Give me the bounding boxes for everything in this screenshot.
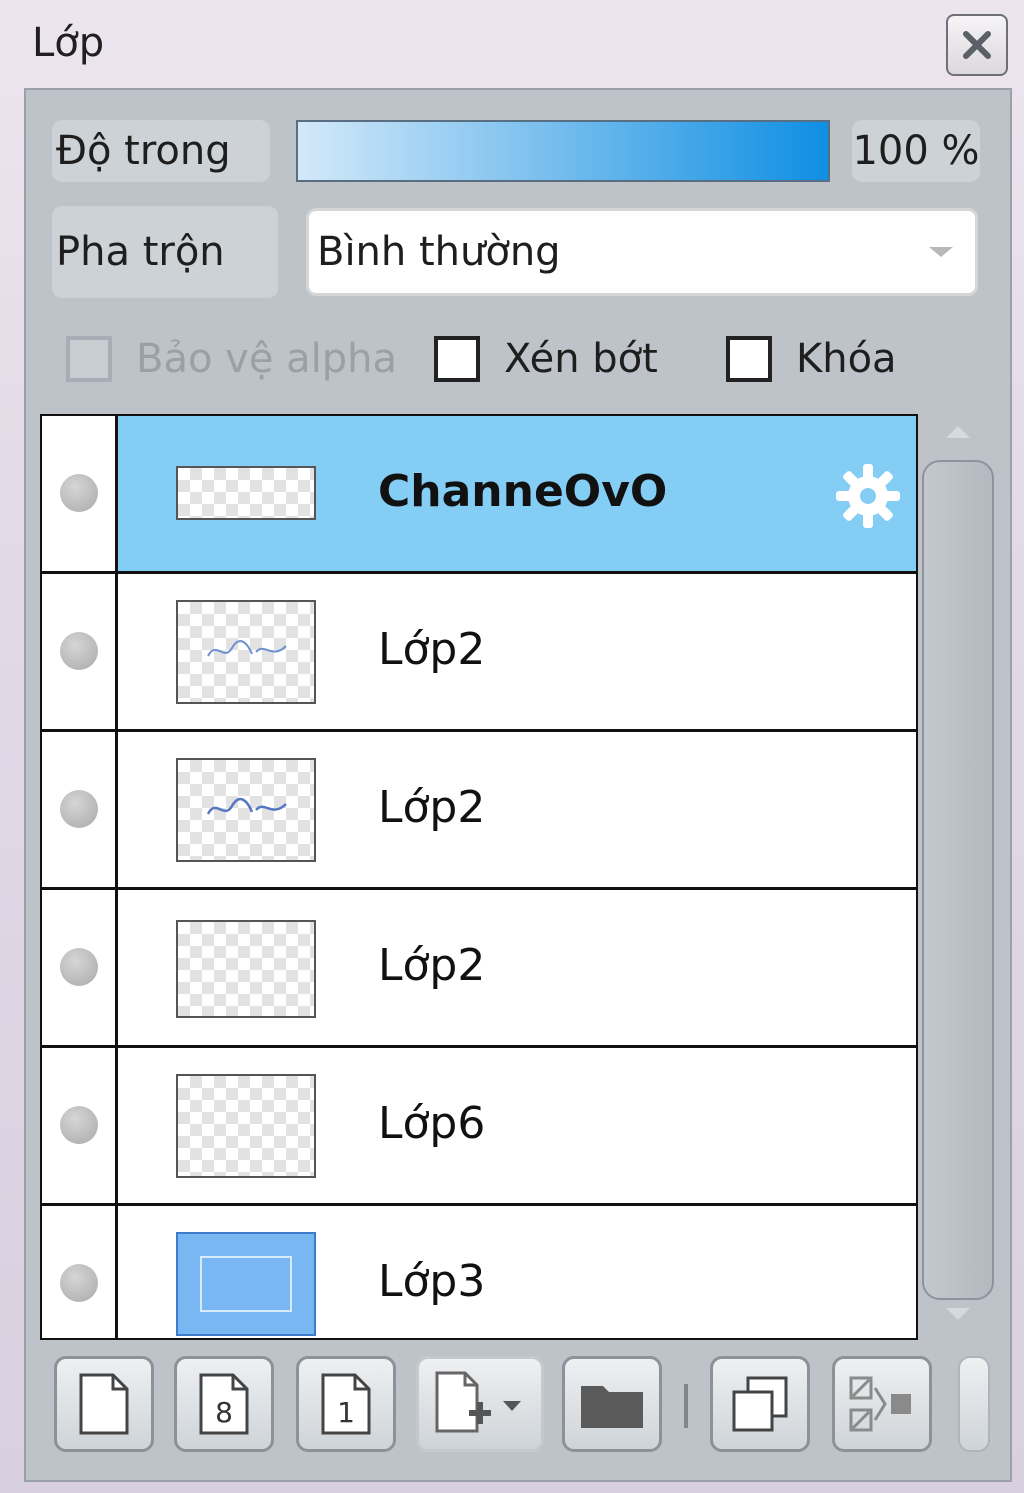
visibility-toggle[interactable] — [42, 1206, 118, 1338]
layer-thumbnail — [176, 1232, 316, 1336]
window-title: Lớp — [32, 20, 105, 66]
merge-down-button[interactable] — [832, 1356, 932, 1452]
layer-row[interactable]: Lớp6 — [42, 1048, 916, 1206]
blend-mode-value: Bình thường — [317, 229, 561, 275]
visibility-dot-icon — [60, 1264, 98, 1302]
toolbar-separator — [684, 1384, 688, 1428]
close-icon — [963, 31, 991, 59]
blend-mode-select[interactable]: Bình thường — [306, 208, 978, 296]
blend-label: Pha trộn — [52, 206, 278, 298]
visibility-dot-icon — [60, 632, 98, 670]
duplicate-icon — [732, 1376, 788, 1432]
lock-checkbox[interactable]: Khóa — [726, 336, 897, 382]
opacity-label: Độ trong — [52, 120, 270, 182]
gear-icon[interactable] — [832, 460, 904, 532]
layer-row[interactable]: Lớp2 — [42, 890, 916, 1048]
bit-depth-8-label: 8 — [215, 1396, 233, 1429]
layer-name: Lớp2 — [378, 782, 486, 833]
layer-name: Lớp3 — [378, 1256, 486, 1307]
add-layer-menu-button[interactable] — [416, 1356, 544, 1452]
toolbar-overflow[interactable] — [958, 1356, 990, 1452]
opacity-fill — [298, 122, 828, 180]
layer-list: ChanneOvO Lớp2 Lớp2 Lớp2 Lớp6 Lớp3 — [40, 414, 918, 1340]
signature-graphic — [207, 640, 287, 657]
opacity-value: 100 % — [852, 120, 980, 182]
visibility-dot-icon — [60, 790, 98, 828]
scroll-down-icon[interactable] — [946, 1308, 970, 1320]
clipping-box — [434, 336, 480, 382]
frame-graphic — [200, 1256, 292, 1312]
new-folder-button[interactable] — [562, 1356, 662, 1452]
opacity-slider[interactable] — [296, 120, 830, 182]
visibility-dot-icon — [60, 474, 98, 512]
layer-row-main: Lớp2 — [118, 732, 916, 887]
layer-row-main: Lớp2 — [118, 574, 916, 729]
layer-row-main: Lớp6 — [118, 1048, 916, 1203]
layer-thumbnail — [176, 466, 316, 520]
visibility-toggle[interactable] — [42, 574, 118, 729]
scroll-thumb[interactable] — [922, 460, 994, 1300]
layer-row-main: Lớp3 — [118, 1206, 916, 1338]
new-1bit-layer-icon: 1 — [321, 1373, 371, 1435]
visibility-toggle[interactable] — [42, 732, 118, 887]
layer-name: Lớp2 — [378, 940, 486, 991]
layer-row[interactable]: ChanneOvO — [42, 416, 916, 574]
visibility-toggle[interactable] — [42, 416, 118, 571]
clipping-checkbox[interactable]: Xén bớt — [434, 336, 658, 382]
new-8bit-layer-button[interactable]: 8 — [174, 1356, 274, 1452]
layer-row[interactable]: Lớp3 — [42, 1206, 916, 1338]
lock-box — [726, 336, 772, 382]
lock-label: Khóa — [796, 336, 897, 382]
layer-name: ChanneOvO — [378, 466, 668, 517]
signature-graphic — [206, 797, 287, 815]
layer-row[interactable]: Lớp2 — [42, 732, 916, 890]
duplicate-layer-button[interactable] — [710, 1356, 810, 1452]
visibility-toggle[interactable] — [42, 890, 118, 1045]
add-layer-dropdown-icon — [435, 1371, 521, 1433]
layer-name: Lớp2 — [378, 624, 486, 675]
layer-name: Lớp6 — [378, 1098, 486, 1149]
close-button[interactable] — [946, 14, 1008, 76]
folder-icon — [581, 1386, 643, 1428]
new-1bit-layer-button[interactable]: 1 — [296, 1356, 396, 1452]
scroll-up-icon[interactable] — [946, 426, 970, 438]
layer-toolbar: 8 1 — [40, 1344, 1000, 1464]
clipping-label: Xén bớt — [504, 336, 658, 382]
layer-row[interactable]: Lớp2 — [42, 574, 916, 732]
chevron-down-icon — [929, 247, 953, 257]
visibility-dot-icon — [60, 1106, 98, 1144]
layer-row-main: Lớp2 — [118, 890, 916, 1045]
layer-thumbnail — [176, 758, 316, 862]
merge-down-icon — [849, 1376, 911, 1432]
new-8bit-layer-icon: 8 — [199, 1373, 249, 1435]
layer-thumbnail — [176, 600, 316, 704]
new-layer-icon — [79, 1373, 129, 1435]
visibility-dot-icon — [60, 948, 98, 986]
layer-scrollbar[interactable] — [922, 416, 998, 1340]
layer-row-main: ChanneOvO — [118, 416, 916, 571]
bit-depth-1-label: 1 — [337, 1396, 355, 1429]
layer-thumbnail — [176, 920, 316, 1018]
layer-thumbnail — [176, 1074, 316, 1178]
visibility-toggle[interactable] — [42, 1048, 118, 1203]
new-layer-button[interactable] — [54, 1356, 154, 1452]
protect-alpha-checkbox[interactable]: Bảo vệ alpha — [66, 336, 397, 382]
protect-alpha-box — [66, 336, 112, 382]
protect-alpha-label: Bảo vệ alpha — [136, 336, 398, 382]
